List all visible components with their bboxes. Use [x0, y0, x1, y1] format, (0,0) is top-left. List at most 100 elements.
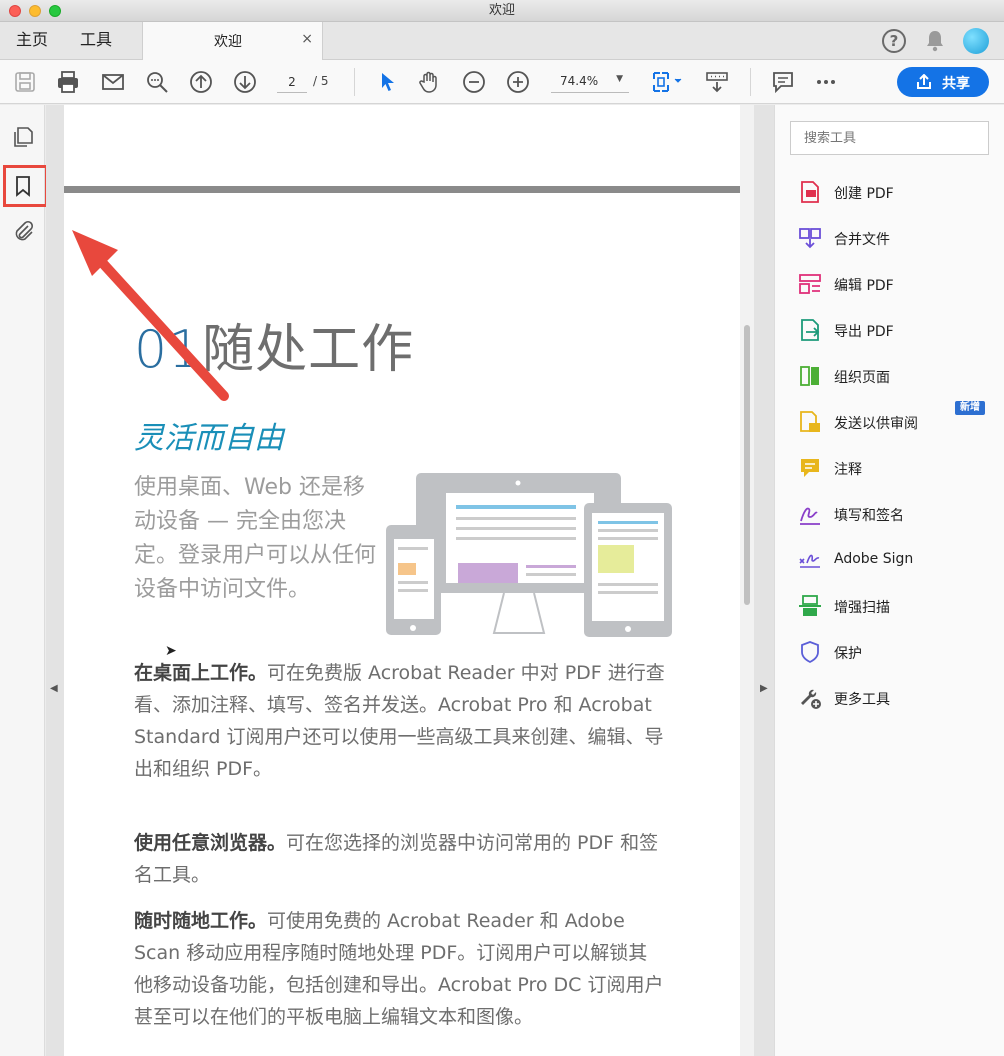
subheading: 灵活而自由	[134, 421, 284, 456]
page-total: / 5	[313, 74, 329, 88]
adobe-sign-icon	[799, 554, 820, 568]
more-tools-icon	[801, 689, 821, 709]
email-icon[interactable]	[100, 69, 126, 95]
left-pane-gutter	[46, 105, 64, 1056]
toolbar-divider	[354, 68, 355, 96]
collapse-right-icon[interactable]: ▶	[760, 683, 768, 694]
tool-organize-pages[interactable]: 组织页面	[797, 363, 987, 391]
page-separator	[64, 186, 740, 193]
send-review-icon	[800, 411, 820, 432]
save-icon[interactable]	[12, 69, 38, 95]
paragraph-anywhere: 随时随地工作。可使用免费的 Acrobat Reader 和 Adobe Sca…	[134, 905, 666, 1033]
print-icon[interactable]	[55, 69, 81, 95]
more-options-icon[interactable]	[813, 69, 839, 95]
paragraph-desktop: 在桌面上工作。可在免费版 Acrobat Reader 中对 PDF 进行查看、…	[134, 657, 666, 785]
hand-tool-icon[interactable]	[417, 69, 443, 95]
protect-icon	[801, 641, 819, 664]
close-tab-icon[interactable]: ×	[301, 31, 313, 47]
tool-label: 导出 PDF	[834, 324, 894, 340]
page-title: 01随处工作	[134, 307, 414, 382]
comment-tool-icon	[801, 459, 819, 477]
tool-enhance-scan[interactable]: 增强扫描	[797, 593, 987, 621]
share-icon	[917, 74, 931, 89]
tool-label: 注释	[834, 462, 862, 478]
heading-text: 随处工作	[202, 320, 415, 380]
tool-label: 发送以供审阅	[834, 416, 918, 432]
comment-icon[interactable]	[770, 69, 796, 95]
tool-label: 保护	[834, 646, 862, 662]
tool-label: 组织页面	[834, 370, 890, 386]
zoom-select[interactable]: 74.4% ▼	[551, 71, 629, 93]
tool-combine-files[interactable]: 合并文件	[797, 225, 987, 253]
page-thumbnails-icon[interactable]	[11, 125, 35, 149]
intro-text: 使用桌面、Web 还是移动设备 — 完全由您决定。登录用户可以从任何设备中访问文…	[134, 475, 377, 602]
close-window-button[interactable]	[9, 5, 21, 17]
tool-create-pdf[interactable]: 创建 PDF	[797, 179, 987, 207]
organize-pages-icon	[800, 366, 819, 386]
zoom-out-icon[interactable]	[461, 69, 487, 95]
fill-sign-icon	[800, 507, 820, 525]
paragraph-lead: 随时随地工作。	[134, 910, 268, 932]
paragraph-lead: 使用任意浏览器。	[134, 832, 287, 854]
share-label: 共享	[942, 75, 970, 91]
edit-pdf-icon	[799, 274, 821, 294]
next-page-icon[interactable]	[232, 69, 258, 95]
right-pane-gutter	[754, 105, 774, 1056]
left-nav-pane	[0, 105, 48, 1056]
tab-document-label: 欢迎	[214, 34, 242, 50]
page-number-input[interactable]	[277, 71, 307, 93]
enhance-scan-icon	[799, 595, 821, 616]
select-pointer-icon[interactable]	[374, 69, 400, 95]
zoom-value: 74.4%	[560, 74, 599, 88]
fit-page-icon[interactable]	[650, 69, 686, 95]
toolbar: / 5 74.4% ▼ 共享	[0, 60, 1004, 104]
tool-label: 合并文件	[834, 232, 890, 248]
bell-icon[interactable]	[924, 29, 946, 53]
create-pdf-icon	[801, 181, 819, 203]
tab-tools[interactable]: 工具	[80, 22, 112, 59]
bookmark-icon[interactable]	[11, 174, 35, 198]
tab-bar: 主页 工具 欢迎 × ?	[0, 22, 1004, 60]
scrollbar-thumb[interactable]	[744, 325, 750, 605]
help-icon[interactable]: ?	[882, 29, 906, 53]
combine-files-icon	[799, 228, 821, 249]
chevron-down-icon: ▼	[616, 74, 623, 84]
tool-fill-sign[interactable]: 填写和签名	[797, 501, 987, 529]
paragraph-browser: 使用任意浏览器。可在您选择的浏览器中访问常用的 PDF 和签名工具。	[134, 827, 666, 891]
share-button[interactable]: 共享	[897, 67, 989, 97]
devices-illustration	[386, 473, 672, 637]
new-badge: 新增	[955, 401, 985, 415]
scroll-mode-icon[interactable]	[704, 69, 730, 95]
search-tools-input[interactable]	[790, 121, 989, 155]
tool-comment[interactable]: 注释	[797, 455, 987, 483]
tool-label: 编辑 PDF	[834, 278, 894, 294]
prev-page-icon[interactable]	[188, 69, 214, 95]
tool-export-pdf[interactable]: 导出 PDF	[797, 317, 987, 345]
tool-more-tools[interactable]: 更多工具	[797, 685, 987, 713]
toolbar-divider	[750, 68, 751, 96]
tool-edit-pdf[interactable]: 编辑 PDF	[797, 271, 987, 299]
avatar[interactable]	[963, 28, 989, 54]
tool-label: 创建 PDF	[834, 186, 894, 202]
zoom-in-icon[interactable]	[505, 69, 531, 95]
tab-home[interactable]: 主页	[16, 22, 48, 59]
heading-number: 01	[134, 320, 203, 380]
minimize-window-button[interactable]	[29, 5, 41, 17]
tool-protect[interactable]: 保护	[797, 639, 987, 667]
zoom-window-button[interactable]	[49, 5, 61, 17]
tool-label: Adobe Sign	[834, 551, 914, 567]
window-title: 欢迎	[488, 3, 515, 18]
tool-label: 增强扫描	[834, 600, 890, 616]
window-titlebar: 欢迎	[0, 0, 1004, 22]
export-pdf-icon	[801, 319, 820, 341]
paragraph-lead: 在桌面上工作。	[134, 662, 268, 684]
tool-adobe-sign[interactable]: Adobe Sign	[797, 547, 987, 575]
attachment-icon[interactable]	[11, 219, 35, 243]
search-icon[interactable]	[144, 69, 170, 95]
tool-label: 填写和签名	[834, 508, 904, 524]
tab-document[interactable]: 欢迎 ×	[142, 22, 323, 60]
collapse-left-icon[interactable]: ◀	[50, 683, 58, 694]
document-view: 01随处工作 灵活而自由 使用桌面、Web 还是移动设备 — 完全由您决定。登录…	[64, 105, 740, 1056]
tool-label: 更多工具	[834, 692, 890, 708]
tools-pane: 创建 PDF 合并文件 编辑 PDF 导出 PDF 组织页面 发送以供审阅 新增…	[774, 105, 1004, 1056]
